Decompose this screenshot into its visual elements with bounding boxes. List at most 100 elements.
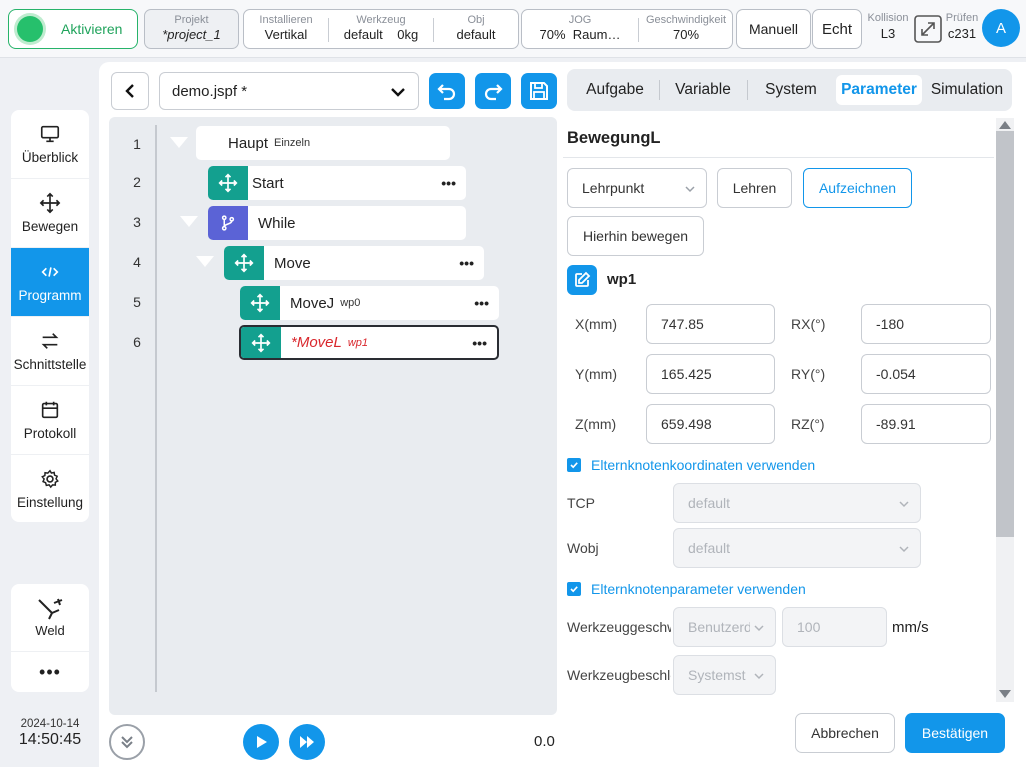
wobj-select[interactable]: default [673,528,921,568]
redo-icon [484,84,503,101]
x-input[interactable]: 747.85 [646,304,775,344]
nav-item-settings[interactable]: Einstellung [11,455,89,522]
cancel-button[interactable]: Abbrechen [795,713,895,753]
tool-weight: 0kg [397,27,419,42]
tcp-select[interactable]: default [673,483,921,523]
tool-accel-mode-select[interactable]: Systemst [673,655,776,695]
manual-mode-button[interactable]: Manuell [736,9,811,49]
z-input[interactable]: 659.498 [646,404,775,444]
undo-button[interactable] [429,73,465,109]
fast-forward-button[interactable] [289,724,325,760]
jog-cell[interactable]: JOG 70% Raum… [522,10,638,48]
user-avatar[interactable]: A [982,9,1020,47]
node-menu-button[interactable]: ••• [472,335,487,351]
collapse-toggle-icon[interactable] [170,137,188,148]
nav-label: Schnittstelle [13,357,87,372]
tree-node-move[interactable]: Move ••• [224,246,484,280]
redo-button[interactable] [475,73,511,109]
tab-parameter[interactable]: Parameter [836,75,922,105]
line-number: 5 [133,294,141,310]
use-parent-coords-label: Elternknotenkoordinaten verwenden [591,457,816,473]
activate-button[interactable]: Aktivieren [8,9,138,49]
collision-indicator[interactable]: Kollision L3 [865,12,911,41]
nav-item-log[interactable]: Protokoll [11,386,89,455]
tool-title: Werkzeug [356,14,406,26]
tool-cell[interactable]: Werkzeug default 0kg [329,10,433,48]
scroll-down-arrow-icon[interactable] [999,690,1011,698]
nav-item-overview[interactable]: Überblick [11,110,89,179]
tool-accel-mode: Systemst [688,667,746,683]
nav-item-interface[interactable]: Schnittstelle [11,317,89,386]
tool-speed-mode-select[interactable]: Benutzerd [673,607,776,647]
weld-torch-icon [38,598,63,620]
program-file-select[interactable]: demo.jspf * [159,72,419,110]
tab-task[interactable]: Aufgabe [575,75,655,105]
tree-node-movej[interactable]: MoveJ wp0 ••• [240,286,499,320]
tree-guide-line [155,125,157,692]
chevron-left-icon [125,84,134,98]
install-title: Installieren [259,14,313,26]
node-label: While [258,214,296,232]
back-button[interactable] [111,72,149,110]
check-indicator[interactable]: Prüfen c231 [944,12,980,41]
line-number: 3 [133,214,141,230]
tool-accel-label: Werkzeugbeschle [567,667,671,683]
wobj-value: default [688,540,731,556]
use-parent-params-checkbox[interactable]: Elternknotenparameter verwenden [567,581,806,597]
teach-button[interactable]: Lehren [717,168,792,208]
tree-node-while[interactable]: While [208,206,466,240]
line-number: 4 [133,254,141,270]
expand-icon[interactable] [913,14,943,44]
tab-simulation[interactable]: Simulation [925,75,1009,105]
move-here-button[interactable]: Hierhin bewegen [567,216,704,256]
panel-tabs: Aufgabe Variable System Parameter Simula… [567,69,1012,111]
y-input[interactable]: 165.425 [646,354,775,394]
jog-speed-group[interactable]: JOG 70% Raum… Geschwindigkeit 70% [521,9,733,49]
rx-input[interactable]: -180 [861,304,991,344]
install-cell[interactable]: Installieren Vertikal [244,10,328,48]
move-node-icon [240,286,280,320]
scroll-down-button[interactable] [109,724,145,760]
nav-label: Programm [18,288,82,303]
node-sub: wp0 [340,297,361,309]
rz-input[interactable]: -89.91 [861,404,991,444]
tree-node-movel-selected[interactable]: *MoveL wp1 ••• [239,325,499,360]
scroll-up-arrow-icon[interactable] [999,121,1011,129]
save-button[interactable] [521,73,557,109]
nav-item-move[interactable]: Bewegen [11,179,89,248]
edit-waypoint-button[interactable] [567,265,597,295]
more-plugins-button[interactable]: ••• [11,652,89,692]
nav-item-weld[interactable]: Weld [11,584,89,652]
use-parent-coords-checkbox[interactable]: Elternknotenkoordinaten verwenden [567,457,815,473]
chevron-down-icon [391,88,405,97]
collapse-toggle-icon[interactable] [180,216,198,227]
tree-node-start[interactable]: Start ••• [208,166,466,200]
play-button[interactable] [243,724,279,760]
panel-scrollbar-thumb[interactable] [996,131,1014,537]
clock-date: 2024-10-14 [20,718,80,730]
record-button[interactable]: Aufzeichnen [803,168,912,208]
node-menu-button[interactable]: ••• [474,295,489,311]
rx-label: RX(°) [791,316,826,332]
tab-system[interactable]: System [751,75,831,105]
project-selector[interactable]: Projekt *project_1 [144,9,239,49]
node-menu-button[interactable]: ••• [459,255,474,271]
install-tool-obj-group[interactable]: Installieren Vertikal Werkzeug default 0… [243,9,519,49]
confirm-button[interactable]: Bestätigen [905,713,1005,753]
tab-variable[interactable]: Variable [663,75,743,105]
tree-node-main[interactable]: Haupt Einzeln [196,126,450,160]
real-mode-button[interactable]: Echt [812,9,862,49]
collapse-toggle-icon[interactable] [196,256,214,267]
teach-point-select[interactable]: Lehrpunkt [567,168,707,208]
save-icon [530,82,548,100]
speed-cell[interactable]: Geschwindigkeit 70% [639,10,733,48]
tool-speed-input[interactable]: 100 [782,607,887,647]
obj-cell[interactable]: Obj default [434,10,518,48]
panel-title: BewegungL [567,129,661,147]
nav-item-program[interactable]: Programm [11,248,89,317]
ry-input[interactable]: -0.054 [861,354,991,394]
speed-title: Geschwindigkeit [645,14,727,26]
divider [659,80,660,100]
calendar-icon [41,401,59,419]
node-menu-button[interactable]: ••• [441,175,456,191]
